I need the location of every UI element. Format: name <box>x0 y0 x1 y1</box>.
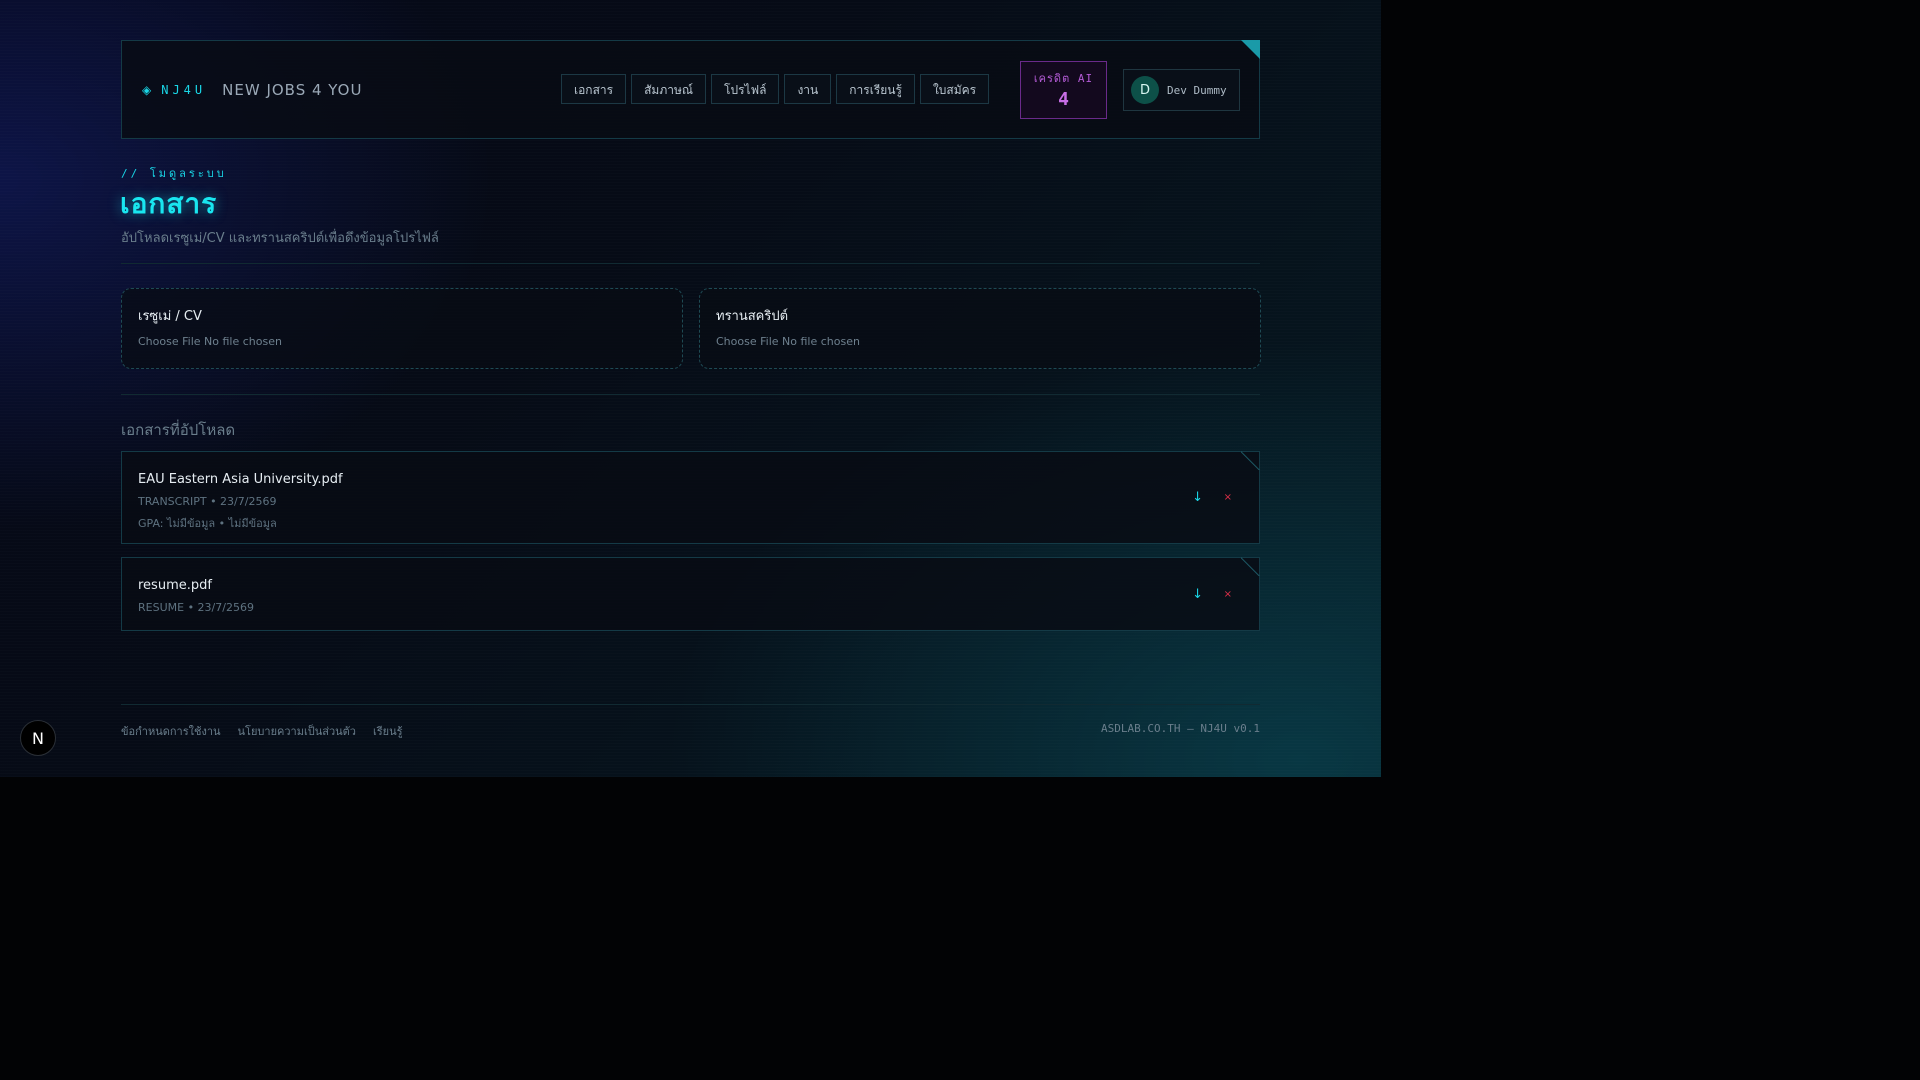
document-name: resume.pdf <box>138 578 212 593</box>
footer-divider <box>121 704 1260 705</box>
footer-link-learn[interactable]: เรียนรู้ <box>373 722 403 740</box>
user-name: Dev Dummy <box>1167 83 1227 97</box>
nextjs-dev-badge[interactable]: N <box>20 720 56 756</box>
footer-link-privacy[interactable]: นโยบายความเป็นส่วนตัว <box>238 722 356 740</box>
page-subtitle: อัปโหลดเรซูเม่/CV และทรานสคริปต์เพื่อดึง… <box>121 231 439 246</box>
divider <box>121 263 1260 264</box>
document-row: EAU Eastern Asia University.pdf TRANSCRI… <box>121 451 1260 544</box>
ai-credits-badge: เครดิต AI 4 <box>1020 61 1107 119</box>
main-nav: เอกสาร สัมภาษณ์ โปรไฟล์ งาน การเรียนรู้ … <box>561 74 990 104</box>
document-meta: TRANSCRIPT • 23/7/2569 <box>138 495 277 508</box>
nav-tab-jobs[interactable]: งาน <box>784 74 832 104</box>
remove-icon[interactable]: × <box>1224 492 1232 503</box>
app-viewport: ◈ NJ4U NEW JOBS 4 YOU เอกสาร สัมภาษณ์ โป… <box>0 0 1381 777</box>
document-meta: RESUME • 23/7/2569 <box>138 601 254 614</box>
row-corner-accent <box>1241 557 1260 576</box>
section-kicker: // โมดูลระบบ <box>121 167 227 180</box>
nav-tab-learning[interactable]: การเรียนรู้ <box>836 74 915 104</box>
footer-link-terms[interactable]: ข้อกำหนดการใช้งาน <box>121 722 221 740</box>
diamond-icon: ◈ <box>142 83 152 97</box>
document-gpa: GPA: ไม่มีข้อมูล • ไม่มีข้อมูล <box>138 517 277 530</box>
resume-upload-label: เรซูเม่ / CV <box>138 309 202 324</box>
transcript-upload-label: ทรานสคริปต์ <box>716 309 789 324</box>
download-icon[interactable]: ↓ <box>1192 587 1203 602</box>
resume-upload-card[interactable]: เรซูเม่ / CV Choose File No file chosen <box>121 288 683 369</box>
document-row: resume.pdf RESUME • 23/7/2569 ↓ × <box>121 557 1260 631</box>
ai-credits-label: เครดิต AI <box>1033 72 1094 85</box>
footer-links: ข้อกำหนดการใช้งาน นโยบายความเป็นส่วนตัว … <box>121 722 403 740</box>
footer-version: ASDLAB.CO.TH — NJ4U v0.1 <box>1101 722 1260 735</box>
nav-tab-profile[interactable]: โปรไฟล์ <box>711 74 780 104</box>
top-header: ◈ NJ4U NEW JOBS 4 YOU เอกสาร สัมภาษณ์ โป… <box>121 40 1260 139</box>
ai-credits-value: 4 <box>1058 89 1069 110</box>
remove-icon[interactable]: × <box>1224 589 1232 600</box>
transcript-upload-card[interactable]: ทรานสคริปต์ Choose File No file chosen <box>699 288 1261 369</box>
page-title: เอกสาร <box>120 187 218 220</box>
divider <box>121 394 1260 395</box>
user-menu-button[interactable]: D Dev Dummy <box>1123 69 1240 111</box>
brand-code: NJ4U <box>161 83 207 97</box>
transcript-file-input[interactable]: Choose File No file chosen <box>716 335 860 348</box>
nav-tab-interview[interactable]: สัมภาษณ์ <box>631 74 707 104</box>
brand-name: NEW JOBS 4 YOU <box>222 81 363 99</box>
uploaded-documents-heading: เอกสารที่อัปโหลด <box>121 421 236 439</box>
avatar: D <box>1131 76 1159 104</box>
header-corner-accent <box>1241 40 1260 59</box>
nav-tab-applications[interactable]: ใบสมัคร <box>919 74 990 104</box>
brand-logo[interactable]: ◈ NJ4U NEW JOBS 4 YOU <box>142 81 362 99</box>
document-name: EAU Eastern Asia University.pdf <box>138 472 343 487</box>
row-corner-accent <box>1241 451 1260 470</box>
resume-file-input[interactable]: Choose File No file chosen <box>138 335 282 348</box>
nav-tab-documents[interactable]: เอกสาร <box>561 74 627 104</box>
download-icon[interactable]: ↓ <box>1192 490 1203 505</box>
